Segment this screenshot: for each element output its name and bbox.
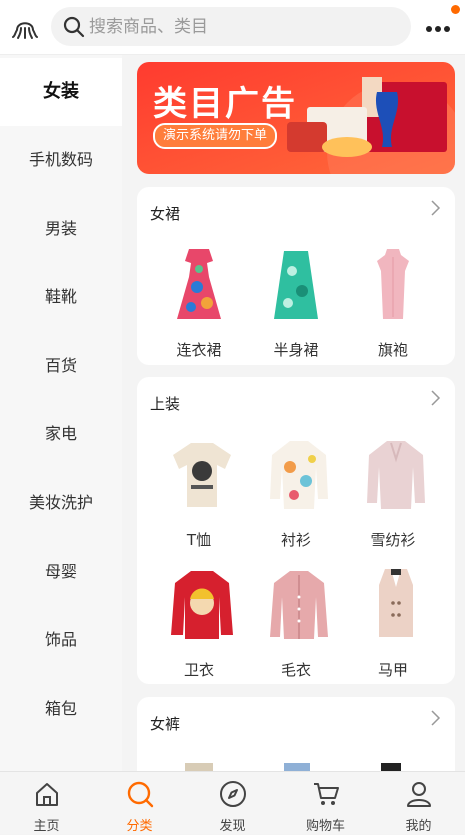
category-item-qipao[interactable]: 旗袍 [343, 247, 443, 365]
pants-image-partial [185, 763, 213, 771]
tab-label: 发现 [219, 819, 246, 834]
item-label: 半身裙 [273, 341, 319, 359]
sidebar-item-phones-digital[interactable]: 手机数码 [0, 126, 122, 194]
sidebar-item-accessories[interactable]: 饰品 [0, 606, 122, 674]
compass-icon [220, 781, 246, 807]
item-label: 衬衫 [280, 531, 311, 549]
tshirt-image [173, 443, 231, 507]
home-icon [36, 783, 58, 806]
dress-image [177, 249, 221, 319]
sidebar-item-shoes[interactable]: 鞋靴 [0, 263, 122, 331]
tab-label: 购物车 [305, 819, 345, 834]
black-pants-image-partial [381, 763, 401, 771]
sweatshirt-image [171, 571, 233, 639]
category-item-sweatshirt[interactable]: 卫衣 [149, 567, 249, 684]
sidebar-item-general-goods[interactable]: 百货 [0, 332, 122, 400]
more-button[interactable] [421, 5, 460, 41]
chiffon-image [367, 441, 425, 509]
tab-label: 主页 [33, 819, 60, 834]
section-pants: 女裤 [137, 697, 455, 771]
category-sidebar: 女装 手机数码 男装 鞋靴 百货 家电 美妆洗护 母婴 饰品 箱包 [0, 55, 122, 771]
category-item-half-skirt[interactable]: 半身裙 [246, 247, 346, 365]
category-item-tshirt[interactable]: T恤 [149, 437, 249, 557]
tab-cart[interactable]: 购物车 [279, 772, 372, 835]
item-label: 卫衣 [183, 661, 214, 679]
vest-image [379, 569, 413, 637]
item-label: 雪纺衫 [370, 531, 416, 549]
tab-discover[interactable]: 发现 [186, 772, 279, 835]
search-input[interactable] [89, 7, 389, 46]
more-dot [435, 26, 441, 32]
cart-icon [314, 783, 339, 805]
jeans-image-partial [284, 763, 310, 771]
item-label: 毛衣 [280, 661, 311, 679]
banner-title: 类目广告 [153, 84, 297, 124]
tab-home[interactable]: 主页 [0, 772, 93, 835]
more-dots-icon [426, 26, 432, 32]
item-label: T恤 [186, 531, 212, 549]
search-icon [63, 16, 85, 38]
category-item-dress[interactable]: 连衣裙 [149, 247, 249, 365]
section-title: 女裤 [150, 715, 181, 733]
tab-category[interactable]: 分类 [93, 772, 186, 835]
notification-badge [451, 5, 460, 14]
category-content: 类目广告 演示系统请勿下单 女裙 连衣裙 半身裙 旗袍 上装 T恤 衬衫 雪纺衫… [122, 55, 465, 771]
banner-subtitle-pill: 演示系统请勿下单 [153, 123, 278, 149]
category-item-chiffon-shirt[interactable]: 雪纺衫 [343, 437, 443, 557]
sidebar-item-bags[interactable]: 箱包 [0, 675, 122, 743]
chevron-right-icon[interactable] [429, 389, 441, 407]
category-item-vest[interactable]: 马甲 [343, 567, 443, 684]
skirt-image [274, 251, 318, 319]
more-dot [444, 26, 450, 32]
category-search-icon [127, 781, 154, 808]
chevron-right-icon[interactable] [429, 709, 441, 727]
section-tops: 上装 T恤 衬衫 雪纺衫 卫衣 毛衣 马甲 [137, 377, 455, 684]
category-ad-banner[interactable]: 类目广告 演示系统请勿下单 [137, 62, 455, 174]
tab-label: 分类 [126, 819, 153, 834]
sidebar-item-appliances[interactable]: 家电 [0, 400, 122, 468]
category-item-sweater[interactable]: 毛衣 [246, 567, 346, 684]
tab-label: 我的 [405, 819, 432, 834]
item-label: 连衣裙 [176, 341, 222, 359]
bottom-tab-bar: 主页 分类 发现 购物车 我的 [0, 771, 465, 834]
user-icon [407, 782, 431, 807]
sidebar-item-mens-wear[interactable]: 男装 [0, 195, 122, 263]
chevron-right-icon[interactable] [429, 199, 441, 217]
section-title: 上装 [150, 395, 181, 413]
sidebar-item-womens-wear[interactable]: 女装 [0, 58, 122, 126]
item-label: 马甲 [377, 661, 408, 679]
sweater-image [270, 571, 328, 639]
section-skirts: 女裙 连衣裙 半身裙 旗袍 [137, 187, 455, 365]
sidebar-item-beauty[interactable]: 美妆洗护 [0, 469, 122, 537]
top-header [0, 0, 465, 55]
search-bar[interactable] [51, 7, 411, 46]
item-label: 旗袍 [377, 341, 408, 359]
tab-me[interactable]: 我的 [372, 772, 465, 835]
shirt-image [270, 441, 328, 509]
section-title: 女裙 [150, 205, 181, 223]
octopus-logo-icon[interactable] [11, 14, 39, 42]
category-item-shirt[interactable]: 衬衫 [246, 437, 346, 557]
qipao-image [377, 249, 409, 319]
sidebar-item-mother-baby[interactable]: 母婴 [0, 538, 122, 606]
